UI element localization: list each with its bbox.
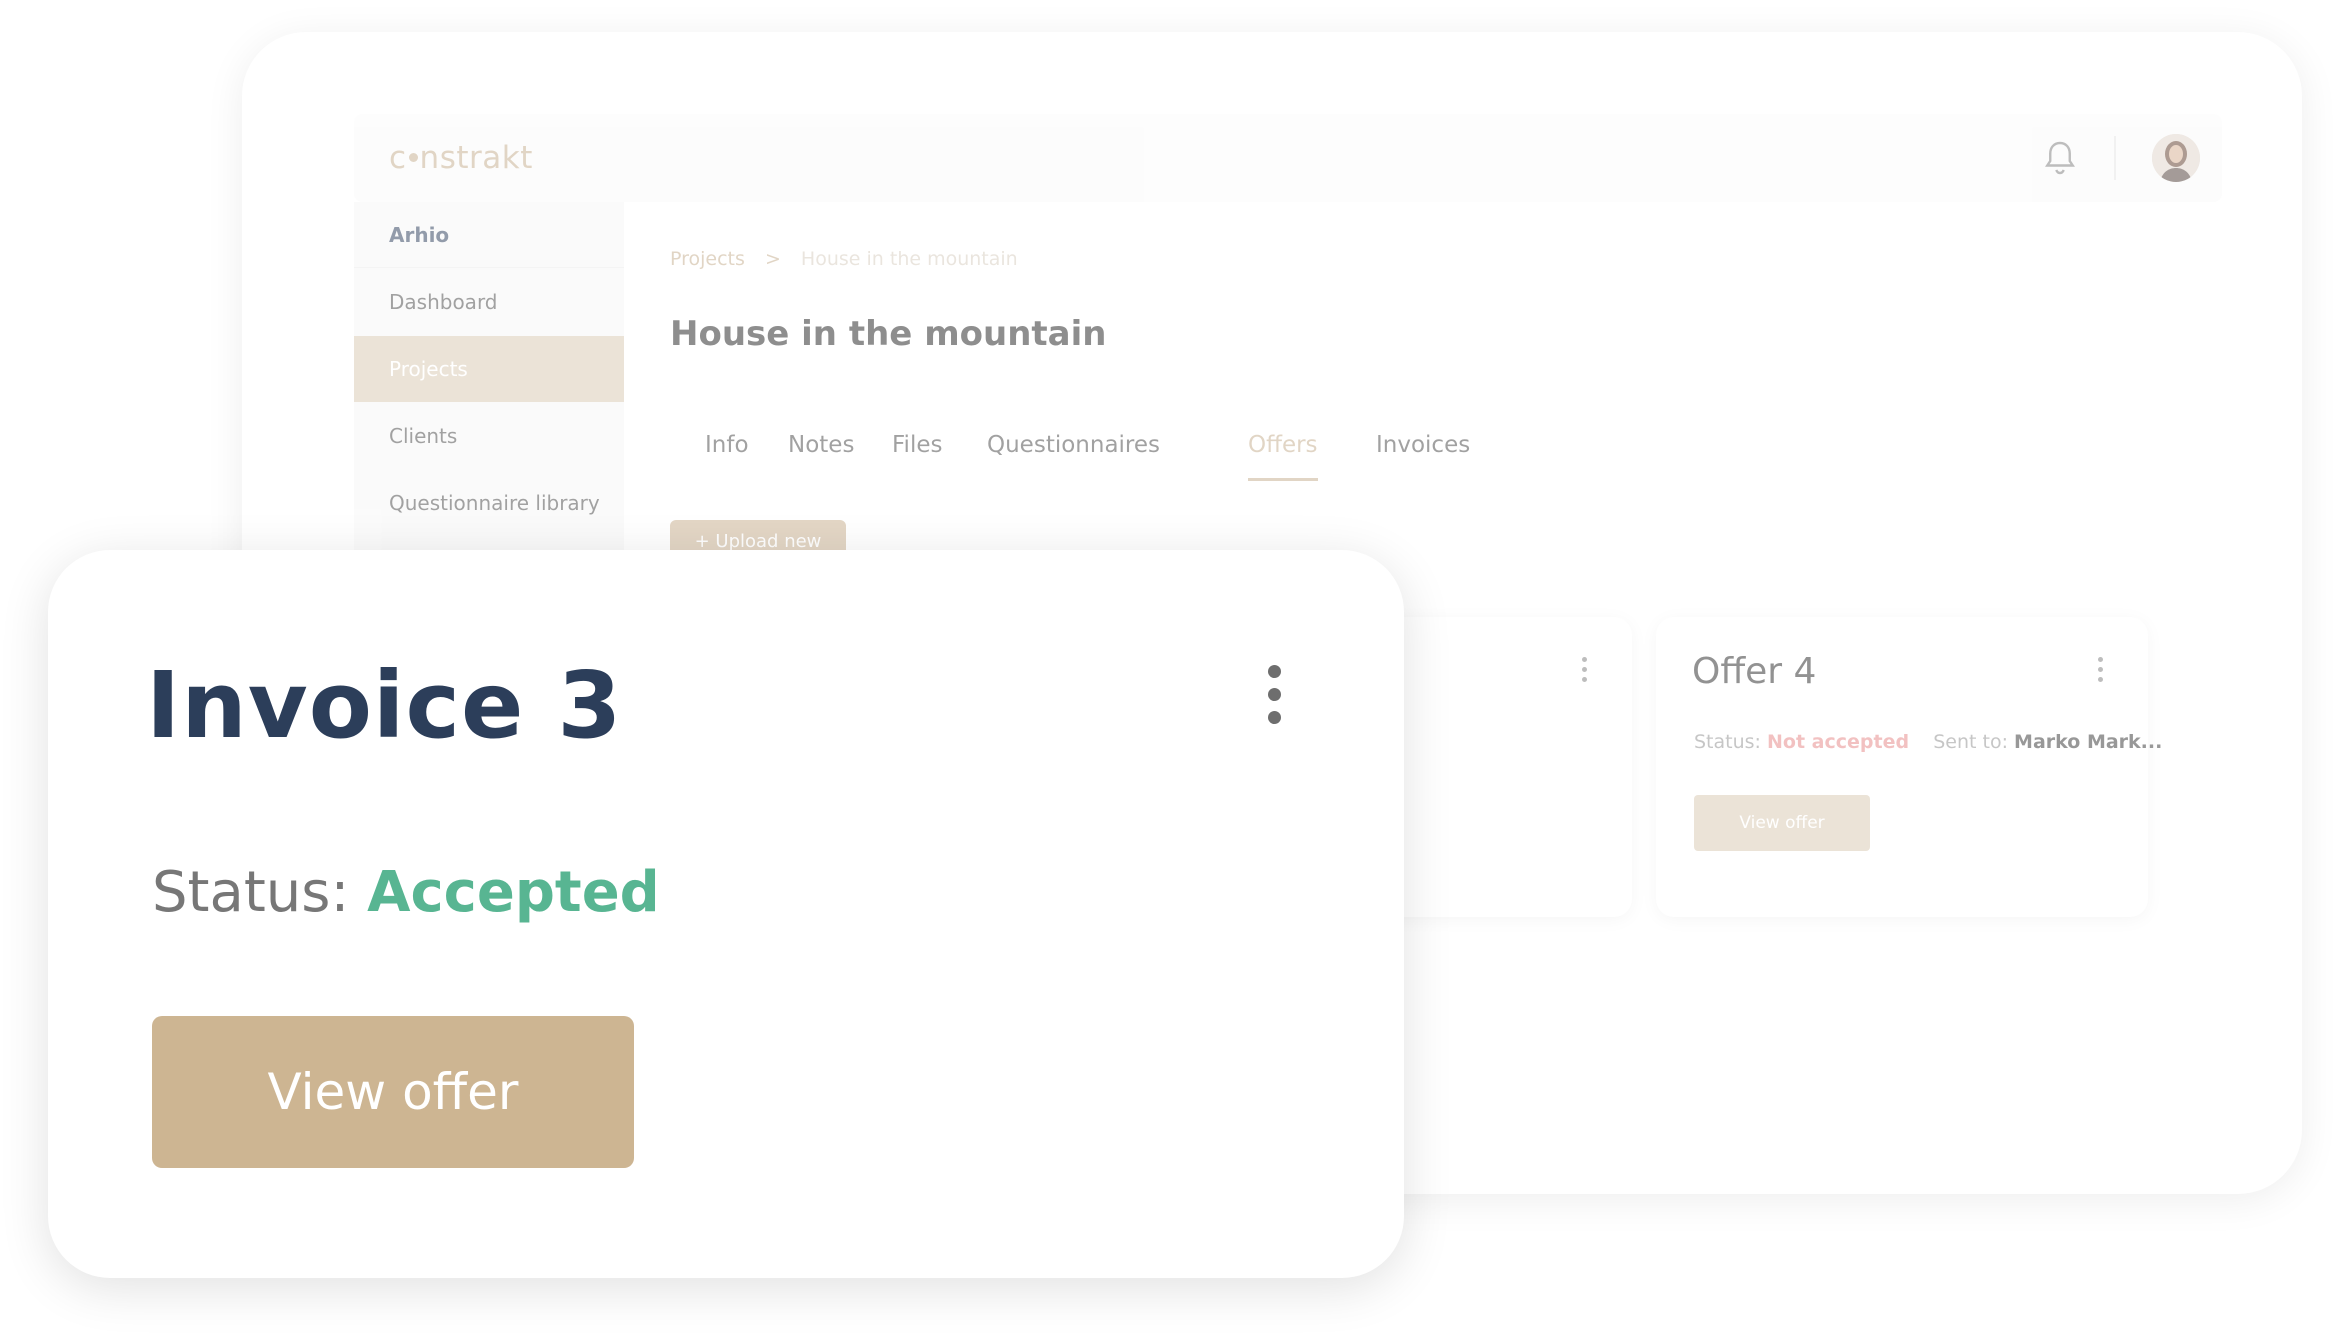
- logo-text-left: c: [389, 140, 407, 176]
- offer-sent-label: Sent to:: [1933, 731, 2008, 753]
- tab-active-indicator: [1248, 478, 1318, 481]
- offer-status-label: Status:: [1694, 731, 1761, 753]
- tab-invoices[interactable]: Invoices: [1376, 432, 1470, 458]
- invoice-card: Invoice 3 Status: Accepted View offer: [48, 550, 1404, 1278]
- logo-text-right: nstrakt: [419, 140, 533, 176]
- offer-sent-value: Marko Mark...: [2014, 731, 2163, 753]
- page-title: House in the mountain: [670, 314, 1107, 354]
- tab-notes[interactable]: Notes: [788, 432, 854, 458]
- invoice-status-value: Accepted: [367, 860, 660, 925]
- tab-questionnaires[interactable]: Questionnaires: [987, 432, 1160, 458]
- offer-view-button[interactable]: View offer: [1694, 795, 1870, 851]
- sidebar-item-projects[interactable]: Projects: [354, 336, 624, 402]
- invoice-title: Invoice 3: [146, 652, 623, 759]
- bell-icon[interactable]: [2042, 138, 2078, 178]
- breadcrumb-projects-link[interactable]: Projects: [670, 248, 745, 270]
- tab-offers[interactable]: Offers: [1248, 432, 1318, 458]
- more-vertical-icon[interactable]: [1268, 665, 1282, 734]
- offer-status-value: Not accepted: [1767, 731, 1910, 753]
- offer-card: Offer 4 Status: Not accepted Sent to: Ma…: [1656, 617, 2162, 917]
- sidebar-item-clients[interactable]: Clients: [354, 403, 624, 469]
- sidebar-item-dashboard[interactable]: Dashboard: [354, 269, 624, 335]
- breadcrumb-separator: >: [764, 248, 781, 270]
- offer-status-line: Status: Not accepted Sent to: Marko Mark…: [1694, 731, 2162, 753]
- topbar-divider: [2114, 136, 2116, 180]
- tab-info[interactable]: Info: [705, 432, 749, 458]
- user-avatar[interactable]: [2152, 134, 2200, 182]
- more-vertical-icon[interactable]: [1582, 657, 1590, 687]
- sidebar-item-questionnaire-library[interactable]: Questionnaire library: [354, 470, 624, 536]
- tab-files[interactable]: Files: [892, 432, 942, 458]
- breadcrumb: Projects > House in the mountain: [670, 248, 1018, 270]
- avatar-portrait-icon: [2152, 134, 2200, 182]
- sidebar: Arhio Dashboard Projects Clients Questio…: [354, 202, 624, 582]
- offer-title: Offer 4: [1692, 651, 1817, 692]
- view-offer-button[interactable]: View offer: [152, 1016, 634, 1168]
- logo-dot-icon: [408, 153, 418, 162]
- invoice-status-line: Status: Accepted: [152, 860, 660, 925]
- top-bar: c nstrakt: [354, 114, 2222, 202]
- breadcrumb-current: House in the mountain: [800, 248, 1018, 270]
- app-logo[interactable]: c nstrakt: [389, 140, 533, 176]
- sidebar-org-name: Arhio: [354, 202, 624, 268]
- more-vertical-icon[interactable]: [2098, 657, 2106, 687]
- invoice-status-label: Status:: [152, 860, 350, 925]
